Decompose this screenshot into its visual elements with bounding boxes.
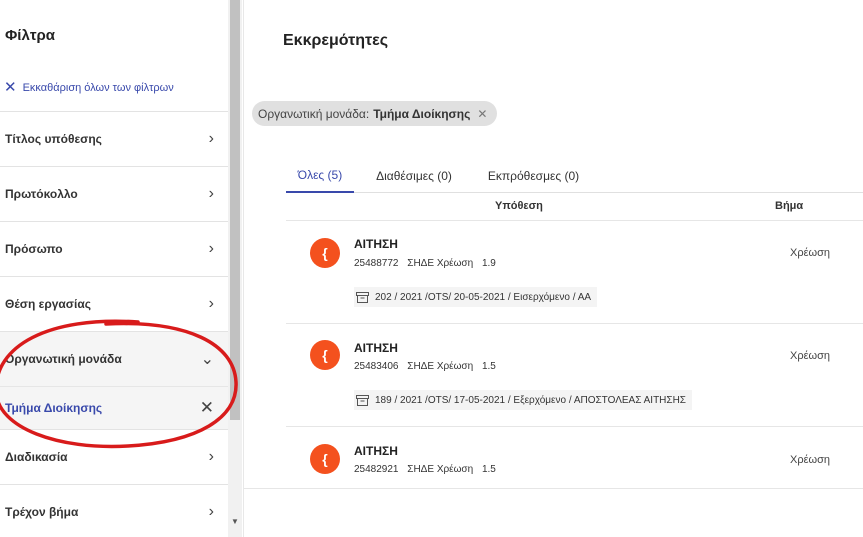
chip-key: Οργανωτική μονάδα: xyxy=(258,106,370,121)
case-version: 1.9 xyxy=(481,258,496,269)
case-title: ΑΙΤΗΣΗ xyxy=(354,444,398,458)
case-id: 25488772 xyxy=(354,258,399,269)
protocol-tag: 189 / 2021 /OTS/ 17-05-2021 / Εξερχόμενο… xyxy=(354,390,692,410)
case-avatar: { xyxy=(310,444,340,474)
case-step: Χρέωση xyxy=(790,247,830,259)
filter-case-title[interactable]: Τίτλος υπόθεσης › xyxy=(0,111,228,166)
filter-procedure[interactable]: Διαδικασία › xyxy=(0,429,228,484)
case-meta: 25483406 ΣΗΔΕ Χρέωση 1.5 xyxy=(354,361,502,372)
protocol-tag: 202 / 2021 /OTS/ 20-05-2021 / Εισερχόμεν… xyxy=(354,287,598,307)
selected-org-unit-value: Τμήμα Διοίκησης ✕ xyxy=(0,386,228,429)
case-id: 25482921 xyxy=(354,464,399,475)
panel-divider xyxy=(243,0,244,537)
tab-available[interactable]: Διαθέσιμες (0) xyxy=(364,158,464,193)
archive-icon xyxy=(356,394,369,406)
remove-filter-icon[interactable]: ✕ xyxy=(200,398,214,418)
case-avatar: { xyxy=(310,238,340,268)
case-title: ΑΙΤΗΣΗ xyxy=(354,237,398,251)
clear-all-filters-button[interactable]: ✕ Εκκαθάριση όλων των φίλτρων xyxy=(4,80,174,95)
filter-person[interactable]: Πρόσωπο › xyxy=(0,221,228,276)
filter-current-step[interactable]: Τρέχον βήμα › xyxy=(0,484,228,537)
scroll-down-arrow-icon[interactable]: ▼ xyxy=(228,515,242,529)
column-header-step[interactable]: Βήμα xyxy=(775,200,803,212)
tab-bar: Όλες (5) Διαθέσιμες (0) Εκπρόθεσμες (0) xyxy=(286,158,863,193)
filters-panel: Φίλτρα ✕ Εκκαθάριση όλων των φίλτρων Τίτ… xyxy=(0,0,228,537)
filter-job-position[interactable]: Θέση εργασίας › xyxy=(0,276,228,331)
case-org: ΣΗΔΕ Χρέωση xyxy=(407,361,474,372)
case-id: 25483406 xyxy=(354,361,399,372)
filter-label: Τίτλος υπόθεσης xyxy=(5,132,102,146)
tab-all[interactable]: Όλες (5) xyxy=(286,158,354,193)
chevron-right-icon: › xyxy=(208,448,214,465)
active-filter-chip[interactable]: Οργανωτική μονάδα: Τμήμα Διοίκησης ✕ xyxy=(252,101,498,126)
selected-filter-value: Τμήμα Διοίκησης xyxy=(5,401,103,415)
case-meta: 25482921 ΣΗΔΕ Χρέωση 1.5 xyxy=(354,464,502,475)
filter-protocol[interactable]: Πρωτόκολλο › xyxy=(0,166,228,221)
protocol-text: 202 / 2021 /OTS/ 20-05-2021 / Εισερχόμεν… xyxy=(375,291,592,303)
chevron-right-icon: › xyxy=(208,240,214,257)
case-meta: 25488772 ΣΗΔΕ Χρέωση 1.9 xyxy=(354,258,502,269)
filter-label: Θέση εργασίας xyxy=(5,297,91,311)
chevron-right-icon: › xyxy=(208,503,214,520)
clear-all-label: Εκκαθάριση όλων των φίλτρων xyxy=(22,81,174,94)
filter-label: Τρέχον βήμα xyxy=(5,505,79,519)
filter-label: Διαδικασία xyxy=(5,450,68,464)
table-row[interactable]: { ΑΙΤΗΣΗ 25488772 ΣΗΔΕ Χρέωση 1.9 202 / … xyxy=(286,221,863,324)
case-org: ΣΗΔΕ Χρέωση xyxy=(407,464,474,475)
close-icon[interactable]: ✕ xyxy=(477,107,487,121)
archive-icon xyxy=(356,291,369,303)
chevron-down-icon: ⌄ xyxy=(200,351,214,368)
case-step: Χρέωση xyxy=(790,350,830,362)
table-row[interactable]: { ΑΙΤΗΣΗ 25482921 ΣΗΔΕ Χρέωση 1.5 Χρέωση xyxy=(286,427,863,488)
chevron-right-icon: › xyxy=(208,130,214,147)
filters-scrollbar-thumb[interactable] xyxy=(230,0,240,420)
chip-value: Τμήμα Διοίκησης xyxy=(373,106,471,121)
close-icon: ✕ xyxy=(4,79,17,96)
list-bottom-divider xyxy=(244,488,863,489)
case-avatar: { xyxy=(310,340,340,370)
case-version: 1.5 xyxy=(481,464,496,475)
filter-label: Πρωτόκολλο xyxy=(5,187,78,201)
protocol-text: 189 / 2021 /OTS/ 17-05-2021 / Εξερχόμενο… xyxy=(375,394,686,406)
page-title: Εκκρεμότητες xyxy=(283,32,389,49)
chevron-right-icon: › xyxy=(208,295,214,312)
filter-org-unit[interactable]: Οργανωτική μονάδα ⌄ xyxy=(0,331,228,386)
filters-title: Φίλτρα xyxy=(5,27,56,44)
case-version: 1.5 xyxy=(481,361,496,372)
filter-label: Οργανωτική μονάδα xyxy=(5,352,122,366)
table-row[interactable]: { ΑΙΤΗΣΗ 25483406 ΣΗΔΕ Χρέωση 1.5 189 / … xyxy=(286,324,863,427)
case-step: Χρέωση xyxy=(790,454,830,466)
case-title: ΑΙΤΗΣΗ xyxy=(354,341,398,355)
chevron-right-icon: › xyxy=(208,185,214,202)
column-header-case[interactable]: Υπόθεση xyxy=(495,200,543,212)
case-org: ΣΗΔΕ Χρέωση xyxy=(407,258,474,269)
tab-overdue[interactable]: Εκπρόθεσμες (0) xyxy=(476,158,591,193)
filter-label: Πρόσωπο xyxy=(5,242,63,256)
